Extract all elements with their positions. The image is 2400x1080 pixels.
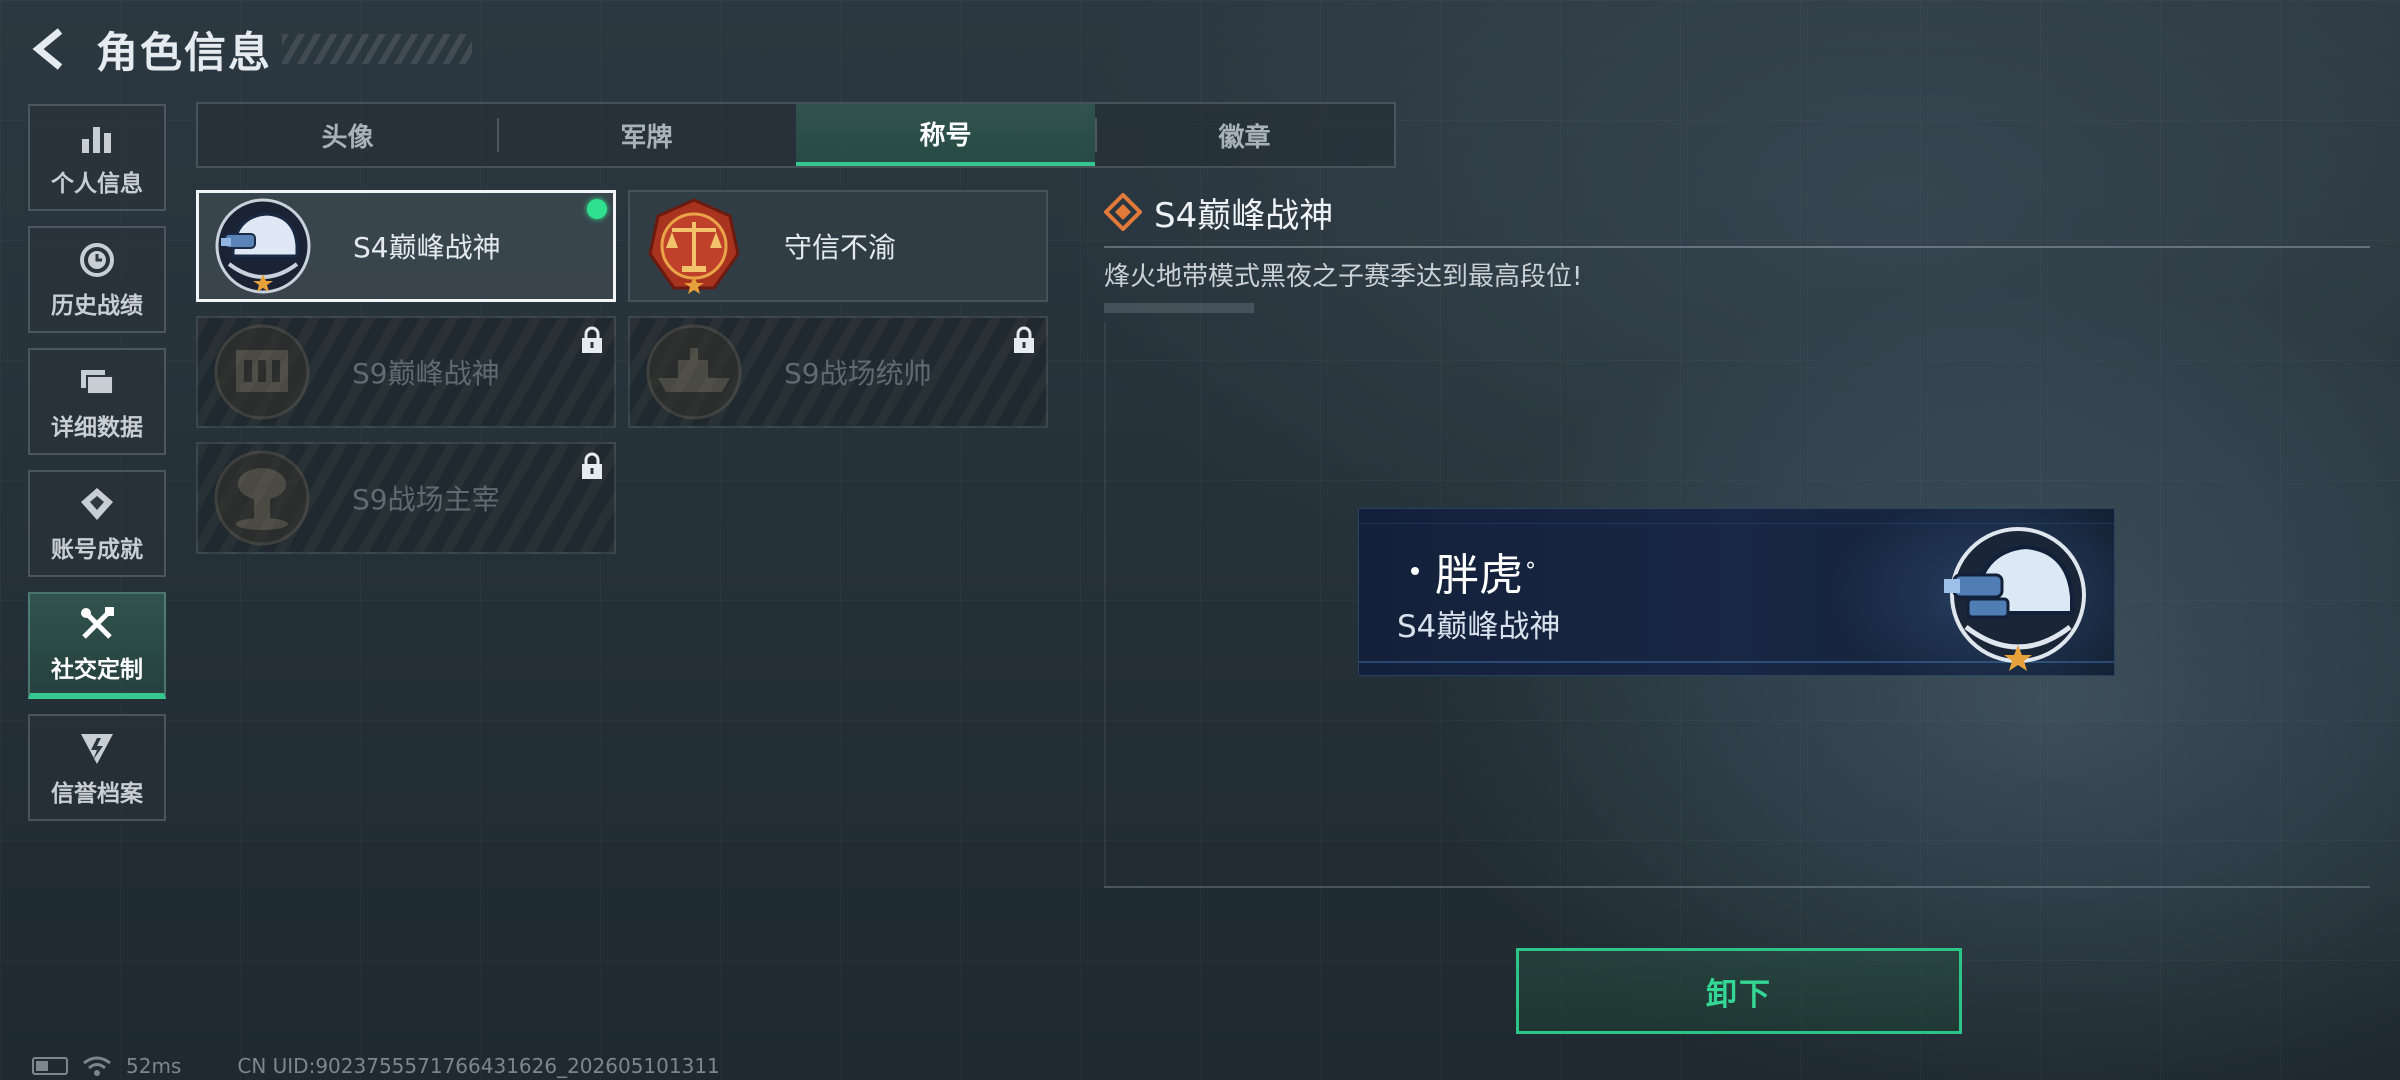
mushroom-cloud-emblem-icon bbox=[206, 442, 318, 554]
helmet-emblem-icon bbox=[1944, 527, 2086, 671]
divider bbox=[1104, 886, 2370, 888]
sidebar-nav: 个人信息 历史战绩 详细数据 账号成就 社交定制 信誉档案 bbox=[28, 104, 166, 836]
title-card-s9-battlefield-ruler[interactable]: S9战场主宰 bbox=[196, 442, 616, 554]
tab-avatar[interactable]: 头像 bbox=[198, 104, 497, 166]
title-card-name: S9巅峰战神 bbox=[352, 357, 500, 390]
scales-emblem-icon bbox=[638, 190, 750, 302]
unequip-button-label: 卸下 bbox=[1706, 976, 1772, 1013]
warship-emblem-icon bbox=[638, 316, 750, 428]
sidebar-item-label: 账号成就 bbox=[51, 536, 143, 563]
tools-icon bbox=[77, 604, 117, 644]
sidebar-item-label: 信誉档案 bbox=[51, 780, 143, 807]
clock-icon bbox=[77, 240, 117, 280]
customization-tabs: 头像 军牌 称号 徽章 bbox=[196, 102, 1396, 168]
bar-chart-icon bbox=[77, 118, 117, 158]
sidebar-item-label: 详细数据 bbox=[51, 414, 143, 441]
helmet-emblem-icon bbox=[207, 190, 319, 302]
title-card-name: S9战场统帅 bbox=[784, 357, 932, 390]
lock-icon bbox=[1014, 326, 1034, 353]
sidebar-item-achievements[interactable]: 账号成就 bbox=[28, 470, 166, 577]
nameplate-preview: 胖虎 ° S4巅峰战神 bbox=[1358, 508, 2115, 676]
sidebar-item-detailed-data[interactable]: 详细数据 bbox=[28, 348, 166, 455]
sidebar-item-label: 社交定制 bbox=[51, 656, 143, 683]
nameplate-title: S4巅峰战神 bbox=[1397, 609, 1561, 645]
nameplate-player: 胖虎 ° bbox=[1411, 539, 1536, 603]
detail-header: S4巅峰战神 bbox=[1104, 188, 2370, 236]
sidebar-item-label: 历史战绩 bbox=[51, 292, 143, 319]
sidebar-item-reputation[interactable]: 信誉档案 bbox=[28, 714, 166, 821]
title-card-name: 守信不渝 bbox=[784, 231, 897, 264]
title-card-name: S9战场主宰 bbox=[352, 483, 500, 516]
title-card-s9-peak-war-god[interactable]: S9巅峰战神 bbox=[196, 316, 616, 428]
title-card-s9-battlefield-commander[interactable]: S9战场统帅 bbox=[628, 316, 1048, 428]
title-detail-panel: S4巅峰战神 烽火地带模式黑夜之子赛季达到最高段位! bbox=[1104, 188, 2370, 313]
sidebar-item-label: 个人信息 bbox=[51, 170, 143, 197]
diamond-rank-icon bbox=[1104, 193, 1142, 231]
lock-icon bbox=[582, 326, 602, 353]
battery-icon bbox=[32, 1057, 68, 1075]
sidebar-item-personal-info[interactable]: 个人信息 bbox=[28, 104, 166, 211]
detail-description: 烽火地带模式黑夜之子赛季达到最高段位! bbox=[1104, 262, 1583, 292]
title-card-name: S4巅峰战神 bbox=[353, 231, 501, 264]
tab-dog-tag[interactable]: 军牌 bbox=[497, 104, 796, 166]
bullet-dot bbox=[1411, 567, 1419, 575]
unequip-button[interactable]: 卸下 bbox=[1516, 948, 1962, 1034]
page-title: 角色信息 bbox=[96, 27, 273, 77]
sidebar-item-history[interactable]: 历史战绩 bbox=[28, 226, 166, 333]
tab-title[interactable]: 称号 bbox=[796, 104, 1095, 166]
fortress-emblem-icon bbox=[206, 316, 318, 428]
lock-icon bbox=[582, 452, 602, 479]
back-arrow-icon bbox=[32, 28, 63, 70]
title-card-trustworthy[interactable]: 守信不渝 bbox=[628, 190, 1048, 302]
latency-text: 52ms bbox=[126, 1054, 182, 1078]
player-name-suffix: ° bbox=[1525, 558, 1536, 584]
tab-badge[interactable]: 徽章 bbox=[1095, 104, 1394, 166]
page-header: 角色信息 bbox=[28, 22, 473, 77]
divider bbox=[1104, 246, 2370, 248]
achievement-icon bbox=[77, 484, 117, 524]
sidebar-item-social-custom[interactable]: 社交定制 bbox=[28, 592, 166, 699]
uid-text: CN UID:9023755571766431626_202605101311 bbox=[237, 1054, 720, 1078]
wifi-icon bbox=[83, 1056, 111, 1076]
player-name: 胖虎 bbox=[1435, 550, 1523, 601]
detail-title: S4巅峰战神 bbox=[1154, 195, 1334, 236]
folder-icon bbox=[77, 362, 117, 402]
back-button[interactable] bbox=[28, 25, 72, 73]
equipped-indicator bbox=[587, 199, 607, 219]
shield-icon bbox=[77, 728, 117, 768]
title-card-s4-peak-war-god[interactable]: S4巅峰战神 bbox=[196, 190, 616, 302]
title-decoration bbox=[282, 34, 473, 64]
status-bar: 52ms CN UID:9023755571766431626_20260510… bbox=[32, 1054, 720, 1078]
detail-subtext-bar bbox=[1104, 303, 1254, 313]
